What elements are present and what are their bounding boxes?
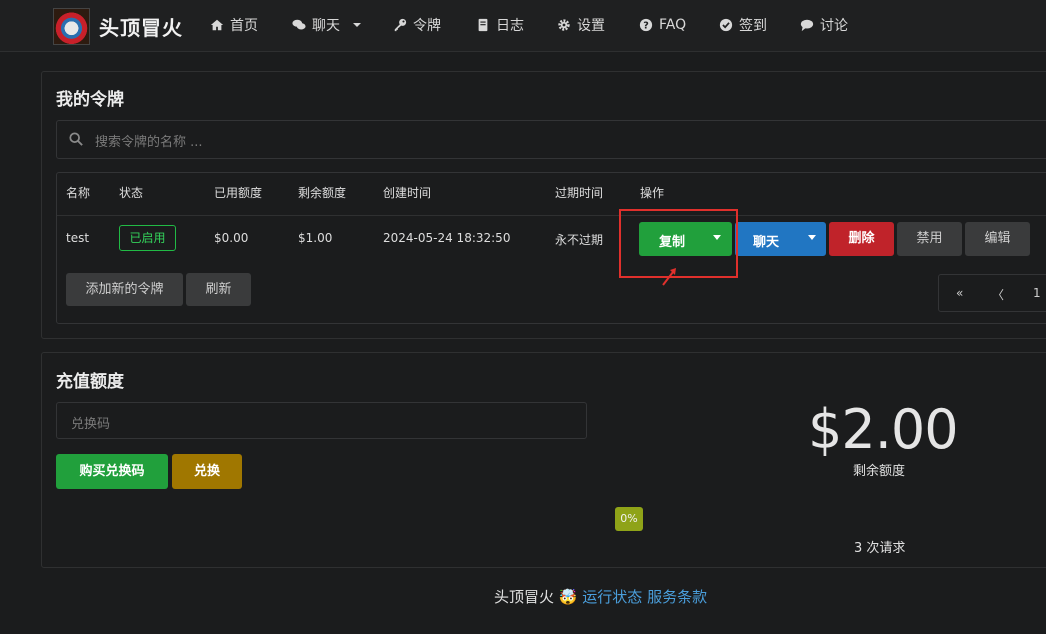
nav-logs-label: 日志 [496,18,524,34]
recharge-title: 充值额度 [56,372,124,392]
chat-icon [292,19,306,30]
delete-button[interactable]: 删除 [829,222,894,256]
pager-prev[interactable]: 〈 [992,286,1004,303]
footer-brand: 头顶冒火 [494,588,555,606]
nav-home[interactable]: 首页 [210,16,258,34]
svg-text:?: ? [643,21,649,32]
chevron-down-icon [353,23,361,27]
chat-button[interactable]: 聊天 [735,222,826,256]
status-badge: 已启用 [119,225,176,251]
balance-label: 剩余额度 [853,464,906,479]
gear-icon [558,19,570,31]
book-icon [478,18,488,32]
token-search-input[interactable]: 搜索令牌的名称 ... [56,120,1046,159]
col-header-used[interactable]: 已用额度 [214,184,262,201]
balance-value: $2.00 [808,398,959,461]
nav-chat[interactable]: 聊天 [292,16,362,34]
divider [57,215,1046,216]
refresh-button[interactable]: 刷新 [186,273,251,306]
edit-button[interactable]: 编辑 [965,222,1030,256]
brand-title[interactable]: 头顶冒火 [99,12,183,41]
nav-chat-label: 聊天 [312,18,340,34]
pagination: « 〈 1 [938,274,1046,312]
pager-page[interactable]: 1 [1033,286,1041,300]
nav-tokens[interactable]: 令牌 [393,16,441,34]
logo[interactable] [53,8,90,45]
comment-icon [800,19,814,32]
nav-checkin[interactable]: 签到 [719,16,767,34]
search-placeholder: 搜索令牌的名称 ... [95,135,203,150]
nav-home-label: 首页 [230,18,258,34]
redeem-button[interactable]: 兑换 [172,454,242,489]
nav-faq[interactable]: ? FAQ [639,16,686,34]
tokens-title: 我的令牌 [56,90,124,110]
nav-checkin-label: 签到 [739,18,767,34]
chat-dropdown-caret-icon[interactable] [808,235,816,240]
nav-faq-label: FAQ [659,17,687,33]
col-header-actions: 操作 [640,186,665,200]
col-header-remaining[interactable]: 剩余额度 [298,184,346,201]
nav-discussion[interactable]: 讨论 [800,16,848,34]
token-expires: 永不过期 [555,233,604,247]
nav-settings-label: 设置 [577,18,605,34]
nav-tokens-label: 令牌 [413,18,441,34]
arrow-annotation [662,268,676,286]
nav-discussion-label: 讨论 [820,18,848,34]
nav-settings[interactable]: 设置 [557,16,605,34]
nav-logs[interactable]: 日志 [476,16,524,34]
token-created: 2024-05-24 18:32:50 [383,231,511,245]
token-remaining: $1.00 [298,231,333,245]
key-icon [394,18,407,32]
top-nav: 头顶冒火 首页 聊天 令牌 日志 设置 ? FAQ 签到 讨论 [0,0,1046,52]
footer-emoji: 🤯 [558,588,578,606]
pager-first[interactable]: « [956,286,963,300]
question-icon: ? [639,18,653,32]
terms-link[interactable]: 服务条款 [647,588,707,606]
token-used: $0.00 [214,231,249,245]
progress-bar: 0% [615,507,643,531]
check-circle-icon [719,18,733,32]
disable-button[interactable]: 禁用 [897,222,962,256]
request-count: 3 次请求 [854,541,906,556]
chat-button-label: 聊天 [753,235,780,250]
col-header-created[interactable]: 创建时间 [383,184,431,201]
token-name: test [66,231,90,245]
col-header-status[interactable]: 状态 [119,184,143,201]
search-icon [69,132,83,146]
redeem-code-input[interactable]: 兑换码 [56,402,587,439]
col-header-expires[interactable]: 过期时间 [555,184,603,201]
redeem-placeholder: 兑换码 [71,417,111,432]
home-icon [210,19,224,31]
add-token-button[interactable]: 添加新的令牌 [66,273,183,306]
footer: 头顶冒火 🤯 运行状态 服务条款 [494,586,707,607]
col-header-name[interactable]: 名称 [66,184,90,201]
buy-code-button[interactable]: 购买兑换码 [56,454,168,489]
status-link[interactable]: 运行状态 [582,588,642,606]
